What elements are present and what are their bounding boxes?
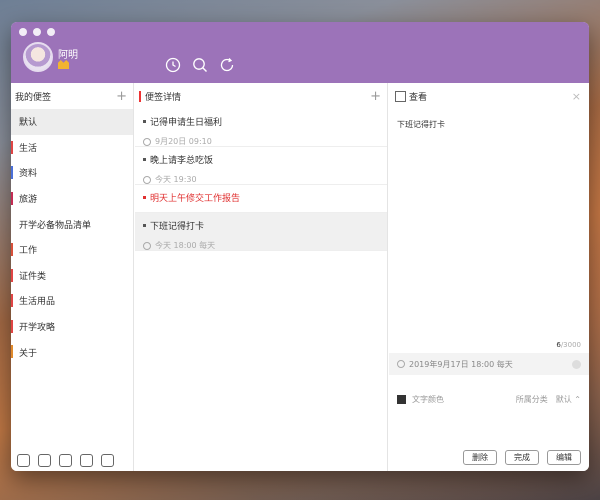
lock-icon[interactable] bbox=[17, 454, 30, 467]
category-color-marker bbox=[11, 268, 13, 282]
window-controls bbox=[19, 28, 55, 36]
bullet-icon bbox=[143, 196, 146, 199]
note-title: 明天上午修交工作报告 bbox=[150, 194, 241, 204]
sidebar-item[interactable]: 资料 bbox=[11, 160, 133, 186]
sidebar-item[interactable]: 开学攻略 bbox=[11, 314, 133, 340]
bullet-icon bbox=[143, 120, 146, 123]
note-item[interactable]: 晚上请李总吃饭 今天 19:30 bbox=[135, 147, 387, 185]
close-detail-button[interactable]: × bbox=[572, 90, 581, 103]
note-content[interactable]: 下班记得打卡 bbox=[389, 109, 589, 341]
category-color-marker bbox=[11, 191, 13, 205]
text-color-swatch[interactable] bbox=[397, 394, 406, 404]
search-icon[interactable] bbox=[192, 57, 208, 73]
notes-panel: 便签详情 + 记得申请生日福利 9月20日 09:10 晚上请李总吃饭 今天 1… bbox=[135, 83, 388, 471]
sidebar-item-label: 工作 bbox=[19, 246, 38, 257]
sidebar-item-label: 开学必备物品清单 bbox=[19, 220, 92, 231]
note-meta: 今天 18:00 每天 bbox=[155, 241, 216, 250]
category-sidebar: 我的便签 + 默认生活资料旅游开学必备物品清单 工作证件类生活用品开学攻略关于 bbox=[11, 83, 134, 471]
avatar[interactable] bbox=[23, 42, 53, 72]
sync-icon[interactable] bbox=[219, 57, 235, 73]
category-color-marker bbox=[11, 140, 13, 154]
note-item-selected[interactable]: 下班记得打卡 今天 18:00 每天 bbox=[135, 213, 387, 251]
sidebar-item[interactable]: 关于 bbox=[11, 339, 133, 365]
category-color-marker bbox=[11, 345, 13, 359]
car-icon[interactable] bbox=[38, 454, 51, 467]
sidebar-item[interactable]: 证件类 bbox=[11, 263, 133, 289]
sidebar-item[interactable]: 默认 bbox=[11, 109, 133, 135]
app-window: 阿明 我的便签 + 默认生活资料旅游开学必备物品清单 工作证件类生活用品开学攻略关… bbox=[11, 22, 589, 471]
sidebar-title: 我的便签 bbox=[15, 92, 52, 103]
bullet-icon bbox=[143, 158, 146, 161]
add-note-button[interactable]: + bbox=[370, 90, 381, 103]
sidebar-item-label: 关于 bbox=[19, 348, 38, 359]
note-title: 记得申请生日福利 bbox=[150, 118, 223, 128]
cloud-icon[interactable] bbox=[80, 454, 93, 467]
reminder-row[interactable]: 2019年9月17日 18:00 每天 bbox=[389, 353, 589, 375]
sidebar-item-label: 资料 bbox=[19, 169, 38, 180]
notes-header: 便签详情 + bbox=[135, 83, 387, 109]
sidebar-footer bbox=[17, 454, 114, 467]
vip-crown-icon bbox=[58, 60, 69, 69]
edit-button[interactable]: 编辑 bbox=[547, 450, 581, 465]
char-counter: 6/3000 bbox=[389, 341, 589, 349]
skin-icon[interactable] bbox=[59, 454, 72, 467]
sidebar-item-label: 默认 bbox=[19, 118, 38, 129]
category-list: 默认生活资料旅游开学必备物品清单 工作证件类生活用品开学攻略关于 bbox=[11, 109, 133, 365]
bullet-icon bbox=[143, 224, 146, 227]
sidebar-item-label: 证件类 bbox=[19, 271, 47, 282]
clear-reminder-icon[interactable] bbox=[572, 359, 581, 369]
detail-title: 查看 bbox=[409, 92, 428, 103]
sidebar-item[interactable]: 开学必备物品清单 bbox=[11, 211, 133, 237]
sidebar-item[interactable]: 旅游 bbox=[11, 186, 133, 212]
clock-icon bbox=[143, 137, 151, 146]
note-meta: 今天 19:30 bbox=[155, 175, 197, 184]
category-select[interactable]: 默认 ⌃ bbox=[556, 394, 581, 405]
app-header: 阿明 bbox=[11, 22, 589, 83]
note-meta: 9月20日 09:10 bbox=[155, 137, 212, 146]
category-color-marker bbox=[11, 166, 13, 180]
sidebar-item-label: 生活 bbox=[19, 143, 38, 154]
notes-title-marker bbox=[139, 90, 141, 102]
detail-header: 查看 × bbox=[389, 83, 589, 109]
detail-panel: 查看 × 下班记得打卡 6/3000 2019年9月17日 18:00 每天 文… bbox=[389, 83, 589, 471]
clock-icon bbox=[397, 360, 405, 368]
minimize-window-button[interactable] bbox=[33, 28, 41, 36]
reminder-text: 2019年9月17日 18:00 每天 bbox=[409, 359, 513, 369]
category-color-marker bbox=[11, 319, 13, 333]
add-category-button[interactable]: + bbox=[116, 90, 127, 103]
delete-button[interactable]: 删除 bbox=[463, 450, 497, 465]
view-note-icon bbox=[395, 90, 406, 102]
sidebar-item-label: 开学攻略 bbox=[19, 323, 56, 334]
maximize-window-button[interactable] bbox=[47, 28, 55, 36]
clock-icon bbox=[143, 175, 151, 184]
sidebar-item[interactable]: 工作 bbox=[11, 237, 133, 263]
note-item[interactable]: 明天上午修交工作报告 bbox=[135, 185, 387, 213]
notes-title: 便签详情 bbox=[145, 92, 182, 103]
close-window-button[interactable] bbox=[19, 28, 27, 36]
text-color-label: 文字颜色 bbox=[412, 394, 444, 404]
category-color-marker bbox=[11, 294, 13, 308]
sidebar-item-label: 生活用品 bbox=[19, 297, 56, 308]
clock-icon bbox=[143, 241, 151, 250]
sidebar-header: 我的便签 + bbox=[11, 83, 133, 109]
settings-icon[interactable] bbox=[101, 454, 114, 467]
char-count-total: /3000 bbox=[560, 341, 581, 349]
category-color-marker bbox=[11, 242, 13, 256]
note-title: 下班记得打卡 bbox=[150, 222, 205, 232]
note-item[interactable]: 记得申请生日福利 9月20日 09:10 bbox=[135, 109, 387, 147]
note-title: 晚上请李总吃饭 bbox=[150, 156, 214, 166]
sidebar-item[interactable]: 生活 bbox=[11, 135, 133, 161]
sidebar-item[interactable]: 生活用品 bbox=[11, 288, 133, 314]
options-row: 文字颜色 所属分类 默认 ⌃ bbox=[389, 389, 589, 409]
username[interactable]: 阿明 bbox=[58, 46, 78, 61]
sidebar-item-label: 旅游 bbox=[19, 195, 38, 206]
category-label: 所属分类 bbox=[515, 394, 548, 404]
clock-icon[interactable] bbox=[165, 57, 181, 73]
done-button[interactable]: 完成 bbox=[505, 450, 539, 465]
action-buttons: 删除 完成 编辑 bbox=[463, 450, 581, 465]
